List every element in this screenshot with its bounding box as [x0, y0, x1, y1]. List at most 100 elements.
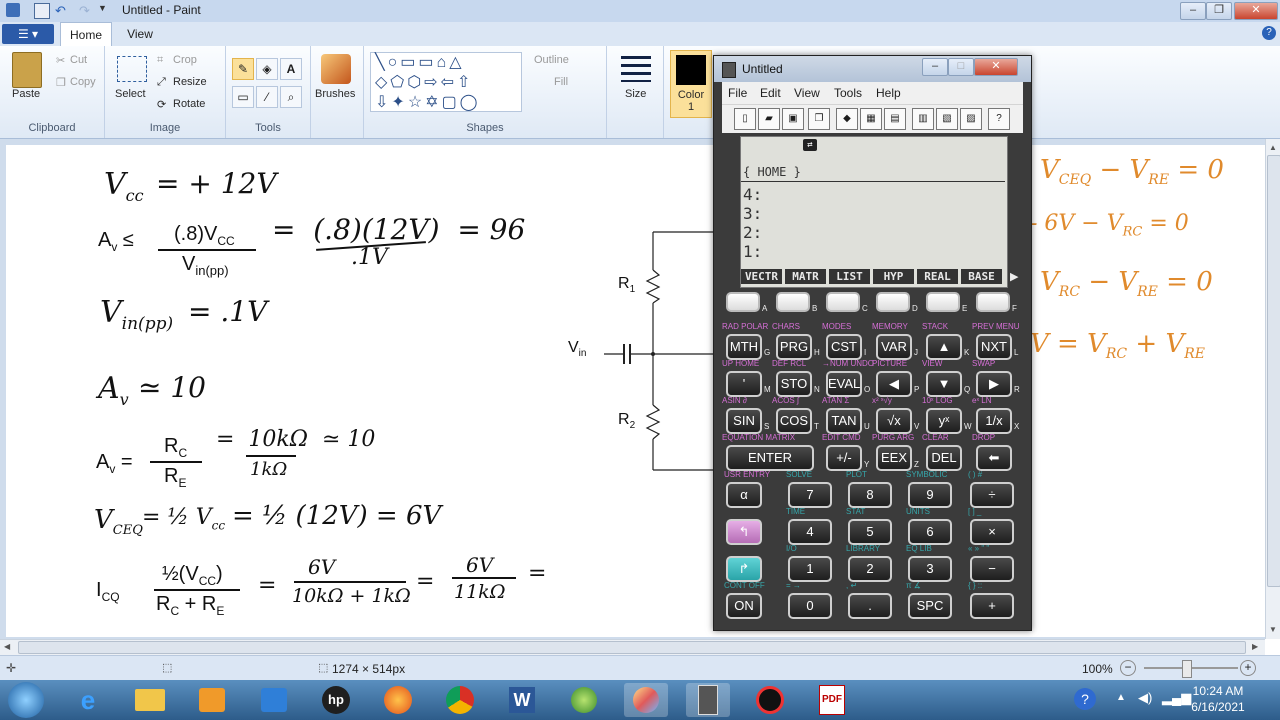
softmenu-key-5[interactable] — [926, 292, 960, 312]
key-row9-4[interactable]: + — [970, 593, 1014, 619]
key-row5-4[interactable]: ⬅ — [976, 445, 1012, 471]
fill-bucket-icon[interactable]: ◈ — [256, 58, 278, 80]
key-row4-5[interactable]: 1/x — [976, 408, 1012, 434]
scroll-up-icon[interactable]: ▲ — [1269, 143, 1277, 152]
key-row8-0[interactable]: ↱ — [726, 556, 762, 582]
file-explorer-icon[interactable] — [128, 683, 172, 717]
emulator-maximize-button[interactable]: □ — [948, 58, 974, 76]
key-row3-1[interactable]: STO — [776, 371, 812, 397]
key-row9-0[interactable]: ON — [726, 593, 762, 619]
key-row4-1[interactable]: COS — [776, 408, 812, 434]
pencil-icon[interactable]: ✎ — [232, 58, 254, 80]
size-icon[interactable] — [621, 56, 651, 82]
calculator-taskbar-icon[interactable] — [686, 683, 730, 717]
key-row3-3[interactable]: ◀ — [876, 371, 912, 397]
vertical-scroll-thumb[interactable] — [1267, 155, 1280, 587]
new-file-icon[interactable]: ▯ — [734, 108, 756, 130]
fill-dropdown[interactable]: Fill — [554, 76, 568, 88]
tab-home[interactable]: Home — [60, 22, 112, 47]
taskbar-app-icon[interactable] — [252, 683, 296, 717]
tray-expand-icon[interactable]: ▲ — [1116, 692, 1126, 703]
outline-dropdown[interactable]: Outline — [534, 54, 569, 66]
word-icon[interactable]: W — [500, 683, 544, 717]
cut-button[interactable]: Cut — [70, 54, 87, 66]
clock-date[interactable]: 6/16/2021 — [1188, 700, 1248, 714]
warning-icon[interactable]: ◆ — [836, 108, 858, 130]
copy-screen-icon[interactable]: ❐ — [808, 108, 830, 130]
key-row7-0[interactable]: ↰ — [726, 519, 762, 545]
close-button[interactable]: ✕ — [1234, 2, 1278, 20]
network-icon[interactable]: ▂▄▆ — [1162, 690, 1191, 706]
horizontal-scroll-thumb[interactable] — [18, 641, 1246, 654]
firefox-icon[interactable] — [376, 683, 420, 717]
chrome-icon[interactable] — [438, 683, 482, 717]
paste-stack-icon[interactable]: ▤ — [884, 108, 906, 130]
volume-icon[interactable]: ◀) — [1138, 690, 1152, 706]
vertical-scrollbar[interactable]: ▲ ▼ — [1265, 139, 1280, 639]
emulator-menu-tools[interactable]: Tools — [834, 86, 862, 100]
help-icon[interactable]: ? — [1262, 26, 1276, 40]
save-icon[interactable] — [34, 3, 50, 19]
windows-app-icon[interactable] — [562, 683, 606, 717]
key-row8-4[interactable]: − — [970, 556, 1014, 582]
key-row8-3[interactable]: 3 — [908, 556, 952, 582]
calculator-emulator-window[interactable]: Untitled – □ ✕ File Edit View Tools Help… — [713, 55, 1032, 631]
minimize-button[interactable]: – — [1180, 2, 1206, 20]
key-row8-1[interactable]: 1 — [788, 556, 832, 582]
key-row2-5[interactable]: NXT — [976, 334, 1012, 360]
eraser-icon[interactable]: ▭ — [232, 86, 254, 108]
clock-time[interactable]: 10:24 AM — [1188, 684, 1248, 698]
shapes-gallery[interactable]: ╲○▭▭⌂△ ◇⬠⬡⇨⇦⇧ ⇩✦☆✡▢◯ — [370, 52, 522, 112]
softmenu-key-6[interactable] — [976, 292, 1010, 312]
softmenu-key-4[interactable] — [876, 292, 910, 312]
load-object-icon[interactable]: ▥ — [912, 108, 934, 130]
emulator-menu-help[interactable]: Help — [876, 86, 901, 100]
redo-icon[interactable]: ↷ — [79, 3, 93, 18]
scroll-down-icon[interactable]: ▼ — [1269, 625, 1277, 634]
copy-button[interactable]: Copy — [70, 76, 96, 88]
key-row2-0[interactable]: MTH — [726, 334, 762, 360]
emulator-help-icon[interactable]: ? — [988, 108, 1010, 130]
tab-view[interactable]: View — [118, 22, 162, 46]
key-row3-4[interactable]: ▼ — [926, 371, 962, 397]
hp-icon[interactable]: hp — [314, 683, 358, 717]
key-row5-0[interactable]: ENTER — [726, 445, 814, 471]
key-row4-3[interactable]: √x — [876, 408, 912, 434]
softmenu-key-2[interactable] — [776, 292, 810, 312]
zoom-out-button[interactable]: − — [1120, 660, 1136, 676]
ie-icon[interactable]: e — [66, 683, 110, 717]
key-row6-1[interactable]: 7 — [788, 482, 832, 508]
zoom-in-button[interactable]: + — [1240, 660, 1256, 676]
brushes-icon[interactable] — [321, 54, 351, 84]
scroll-right-icon[interactable]: ▶ — [1252, 642, 1258, 651]
color1-button[interactable]: Color 1 — [670, 50, 712, 118]
start-button[interactable] — [8, 682, 44, 718]
key-row3-0[interactable]: ' — [726, 371, 762, 397]
key-row8-2[interactable]: 2 — [848, 556, 892, 582]
key-row9-2[interactable]: . — [848, 593, 892, 619]
key-row5-1[interactable]: +/- — [826, 445, 862, 471]
horizontal-scrollbar[interactable]: ◀ ▶ — [0, 639, 1265, 655]
softmenu-key-3[interactable] — [826, 292, 860, 312]
key-row2-4[interactable]: ▲ — [926, 334, 962, 360]
softmenu-key-1[interactable] — [726, 292, 760, 312]
zoom-slider-thumb[interactable] — [1182, 660, 1192, 678]
recorder-icon[interactable] — [748, 683, 792, 717]
select-icon[interactable] — [117, 56, 147, 82]
paste-button[interactable]: Paste — [12, 88, 40, 100]
key-row3-2[interactable]: EVAL — [826, 371, 862, 397]
paint-taskbar-icon[interactable] — [624, 683, 668, 717]
key-row4-0[interactable]: SIN — [726, 408, 762, 434]
undo-icon[interactable]: ↶ — [55, 3, 69, 18]
size-button[interactable]: Size — [625, 88, 646, 100]
open-folder-icon[interactable]: ▰ — [758, 108, 780, 130]
paint-app-icon[interactable] — [6, 3, 20, 17]
file-menu-button[interactable]: ☰ ▾ — [2, 24, 54, 44]
key-row6-2[interactable]: 8 — [848, 482, 892, 508]
key-row9-3[interactable]: SPC — [908, 593, 952, 619]
save-disk-icon[interactable]: ▣ — [782, 108, 804, 130]
key-row6-0[interactable]: α — [726, 482, 762, 508]
key-row5-3[interactable]: DEL — [926, 445, 962, 471]
emulator-menu-view[interactable]: View — [794, 86, 820, 100]
rotate-button[interactable]: Rotate — [173, 98, 205, 110]
